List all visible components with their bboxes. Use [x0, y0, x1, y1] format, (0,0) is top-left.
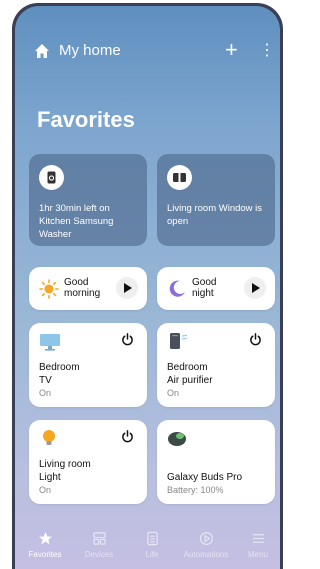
nav-label: Automations: [183, 550, 229, 559]
more-options-icon[interactable]: ⋮: [259, 41, 275, 61]
routine-good-morning[interactable]: Good morning: [29, 267, 147, 310]
routine-label-line2: night: [192, 288, 214, 299]
nav-label: Life: [145, 550, 159, 559]
window-icon: [167, 165, 192, 190]
device-status: On: [167, 388, 180, 398]
routine-label-line2: morning: [64, 288, 101, 299]
nav-favorites[interactable]: Favorites: [15, 531, 75, 559]
power-icon[interactable]: [249, 333, 262, 346]
routine-label: Good morning: [64, 277, 100, 299]
air-purifier-icon: [170, 333, 188, 349]
device-name-line1: Galaxy Buds Pro: [167, 472, 243, 483]
nav-label: Favorites: [28, 550, 62, 559]
tv-icon: [40, 334, 60, 351]
nav-automations[interactable]: Automations: [176, 531, 236, 559]
nav-label: Devices: [84, 550, 114, 559]
device-name: Galaxy Buds Pro: [167, 471, 242, 484]
device-card-galaxy-buds[interactable]: Galaxy Buds Pro Battery: 100%: [157, 420, 275, 504]
washer-icon: [39, 165, 64, 190]
device-name-line2: Light: [39, 472, 61, 483]
device-name: Bedroom TV: [39, 361, 80, 387]
page-title: Favorites: [37, 107, 135, 132]
window-status-card[interactable]: Living room Window is open: [157, 154, 275, 246]
device-name-line2: Air purifier: [167, 375, 213, 386]
washer-status-card[interactable]: 1hr 30min left on Kitchen Samsung Washer: [29, 154, 147, 246]
nav-devices[interactable]: Devices: [69, 531, 129, 559]
device-status: On: [39, 485, 52, 495]
device-card-bedroom-tv[interactable]: Bedroom TV On: [29, 323, 147, 407]
app-screen: My home + ⋮ Favorites 1hr 30min left on …: [15, 6, 280, 569]
device-name-line1: Bedroom: [39, 362, 80, 373]
play-button[interactable]: [116, 277, 138, 299]
bottom-navigation: Favorites Devices Life Automations Menu: [15, 519, 280, 569]
device-status: Battery: 100%: [167, 485, 224, 495]
menu-icon: [252, 534, 264, 543]
add-icon[interactable]: +: [225, 39, 238, 61]
status-text: 1hr 30min left on Kitchen Samsung Washer: [39, 203, 114, 240]
top-bar: My home + ⋮: [15, 39, 280, 64]
moon-icon: [169, 280, 185, 297]
device-status: On: [39, 388, 52, 398]
home-icon[interactable]: [34, 43, 50, 59]
play-button[interactable]: [244, 277, 266, 299]
device-name-line1: Living room: [39, 459, 91, 470]
devices-icon: [92, 532, 106, 545]
device-name-line2: TV: [39, 375, 52, 386]
life-icon: [146, 531, 158, 546]
status-text: Living room Window is open: [167, 203, 263, 227]
automations-icon: [199, 531, 213, 546]
routine-good-night[interactable]: Good night: [157, 267, 275, 310]
nav-life[interactable]: Life: [122, 531, 182, 559]
nav-label: Menu: [247, 550, 268, 559]
routine-label: Good night: [192, 277, 216, 299]
star-icon: [38, 531, 52, 545]
power-icon[interactable]: [121, 333, 134, 346]
device-card-air-purifier[interactable]: Bedroom Air purifier On: [157, 323, 275, 407]
earbuds-icon: [168, 432, 186, 446]
power-icon[interactable]: [121, 430, 134, 443]
phone-frame: My home + ⋮ Favorites 1hr 30min left on …: [12, 3, 283, 569]
device-name: Living room Light: [39, 458, 91, 484]
routine-label-line1: Good: [192, 277, 217, 288]
home-selector[interactable]: My home: [59, 42, 121, 59]
device-card-living-room-light[interactable]: Living room Light On: [29, 420, 147, 504]
device-name: Bedroom Air purifier: [167, 361, 213, 387]
routine-label-line1: Good: [64, 277, 89, 288]
device-name-line1: Bedroom: [167, 362, 208, 373]
light-bulb-icon: [43, 430, 55, 445]
sun-icon: [39, 279, 59, 299]
nav-menu[interactable]: Menu: [228, 531, 280, 559]
